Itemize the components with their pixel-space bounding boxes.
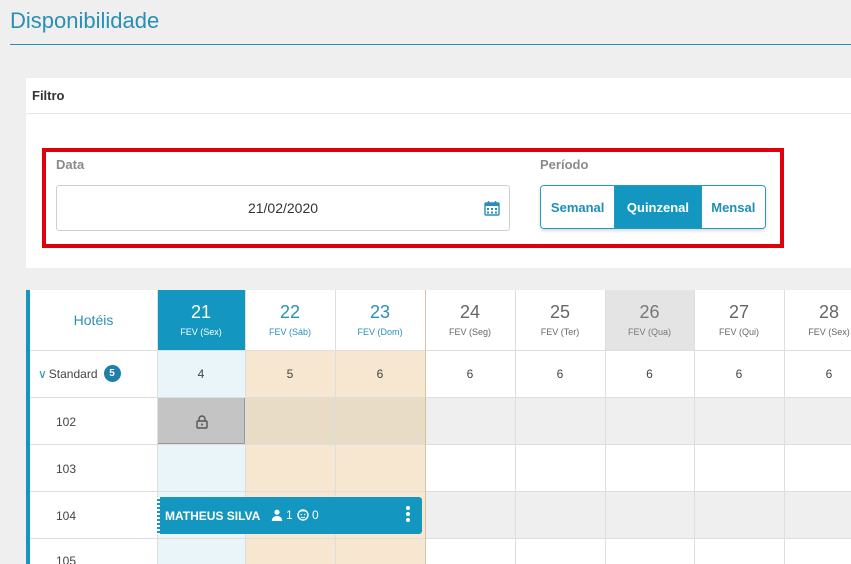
day-header[interactable]: 25 FEV (Ter) bbox=[515, 290, 605, 350]
availability-count: 5 bbox=[286, 367, 294, 381]
filter-title: Filtro bbox=[32, 88, 65, 103]
guest-name: MATHEUS SILVA bbox=[165, 509, 261, 523]
child-icon bbox=[297, 509, 309, 521]
room-label: 104 bbox=[56, 509, 77, 523]
availability-count: 4 bbox=[197, 367, 205, 381]
day-number: 24 bbox=[459, 302, 481, 322]
day-weekday: FEV (Qui) bbox=[718, 327, 759, 337]
category-toggle-standard[interactable]: ∨ Standard 5 bbox=[38, 365, 121, 382]
room-label: 105 bbox=[56, 554, 77, 564]
room-label: 102 bbox=[56, 415, 77, 429]
page-title: Disponibilidade bbox=[10, 8, 160, 33]
reservation-drag-handle[interactable] bbox=[157, 497, 160, 534]
day-number: 21 bbox=[190, 302, 212, 322]
availability-count: 6 bbox=[646, 367, 653, 381]
adults-value: 1 bbox=[286, 508, 293, 522]
children-count: 0 bbox=[297, 508, 319, 522]
chevron-down-icon: ∨ bbox=[38, 366, 47, 381]
day-number: 22 bbox=[279, 302, 301, 322]
day-weekday: FEV (Ter) bbox=[540, 327, 580, 337]
day-header[interactable]: 24 FEV (Seg) bbox=[425, 290, 515, 350]
availability-count: 6 bbox=[466, 367, 474, 381]
day-number: 27 bbox=[728, 302, 750, 322]
availability-count: 6 bbox=[556, 367, 564, 381]
day-header[interactable]: 21 FEV (Sex) bbox=[157, 290, 245, 350]
more-options-icon[interactable] bbox=[406, 506, 410, 524]
room-label: 103 bbox=[56, 462, 77, 476]
grid-line bbox=[26, 538, 851, 539]
period-monthly-button[interactable]: Mensal bbox=[700, 186, 765, 228]
day-number: 23 bbox=[369, 302, 391, 322]
locked-cell[interactable] bbox=[157, 397, 245, 444]
period-biweekly-button[interactable]: Quinzenal bbox=[615, 186, 701, 228]
category-name: Standard bbox=[48, 366, 98, 381]
day-header[interactable]: 28 FEV (Sex) bbox=[784, 290, 851, 350]
day-header[interactable]: 26 FEV (Qua) bbox=[605, 290, 694, 350]
day-number: 26 bbox=[639, 302, 660, 322]
day-weekday: FEV (Sex) bbox=[808, 327, 850, 337]
filter-header: Filtro bbox=[26, 78, 851, 114]
category-count-badge: 5 bbox=[103, 365, 121, 382]
date-value: 21/02/2020 bbox=[247, 200, 319, 216]
adults-count: 1 bbox=[271, 508, 293, 522]
availability-count: 6 bbox=[735, 367, 743, 381]
day-weekday: FEV (Dom) bbox=[357, 327, 403, 337]
day-weekday: FEV (Qua) bbox=[627, 327, 671, 337]
day-header[interactable]: 22 FEV (Sáb) bbox=[245, 290, 335, 350]
day-header[interactable]: 23 FEV (Dom) bbox=[335, 290, 425, 350]
hotels-column-header: Hotéis bbox=[73, 312, 114, 328]
period-weekly-button[interactable]: Semanal bbox=[541, 186, 616, 228]
availability-count: 6 bbox=[825, 367, 833, 381]
blocked-row-cells bbox=[425, 397, 851, 444]
day-weekday: FEV (Sex) bbox=[180, 327, 222, 337]
day-number: 28 bbox=[818, 302, 840, 322]
availability-grid: Hotéis 21 FEV (Sex) 22 FEV (Sáb) 23 FEV … bbox=[26, 290, 851, 564]
children-value: 0 bbox=[312, 508, 319, 522]
availability-count: 6 bbox=[376, 367, 384, 381]
day-header[interactable]: 27 FEV (Qui) bbox=[694, 290, 784, 350]
date-field[interactable]: 21/02/2020 bbox=[56, 185, 510, 231]
calendar-icon[interactable] bbox=[484, 200, 500, 216]
period-label: Período bbox=[540, 157, 589, 172]
occupied-row-cells bbox=[425, 491, 851, 538]
lock-icon bbox=[196, 415, 208, 429]
day-weekday: FEV (Sáb) bbox=[268, 327, 311, 337]
period-toggle: Semanal Quinzenal Mensal bbox=[540, 185, 766, 229]
date-label: Data bbox=[56, 157, 85, 172]
day-weekday: FEV (Seg) bbox=[448, 327, 491, 337]
person-icon bbox=[271, 509, 283, 521]
reservation-bar[interactable]: MATHEUS SILVA 1 0 bbox=[157, 497, 422, 534]
day-number: 25 bbox=[549, 302, 571, 322]
title-divider bbox=[10, 44, 851, 45]
grid-line bbox=[26, 397, 851, 398]
grid-line bbox=[26, 491, 851, 492]
grid-line bbox=[26, 444, 851, 445]
